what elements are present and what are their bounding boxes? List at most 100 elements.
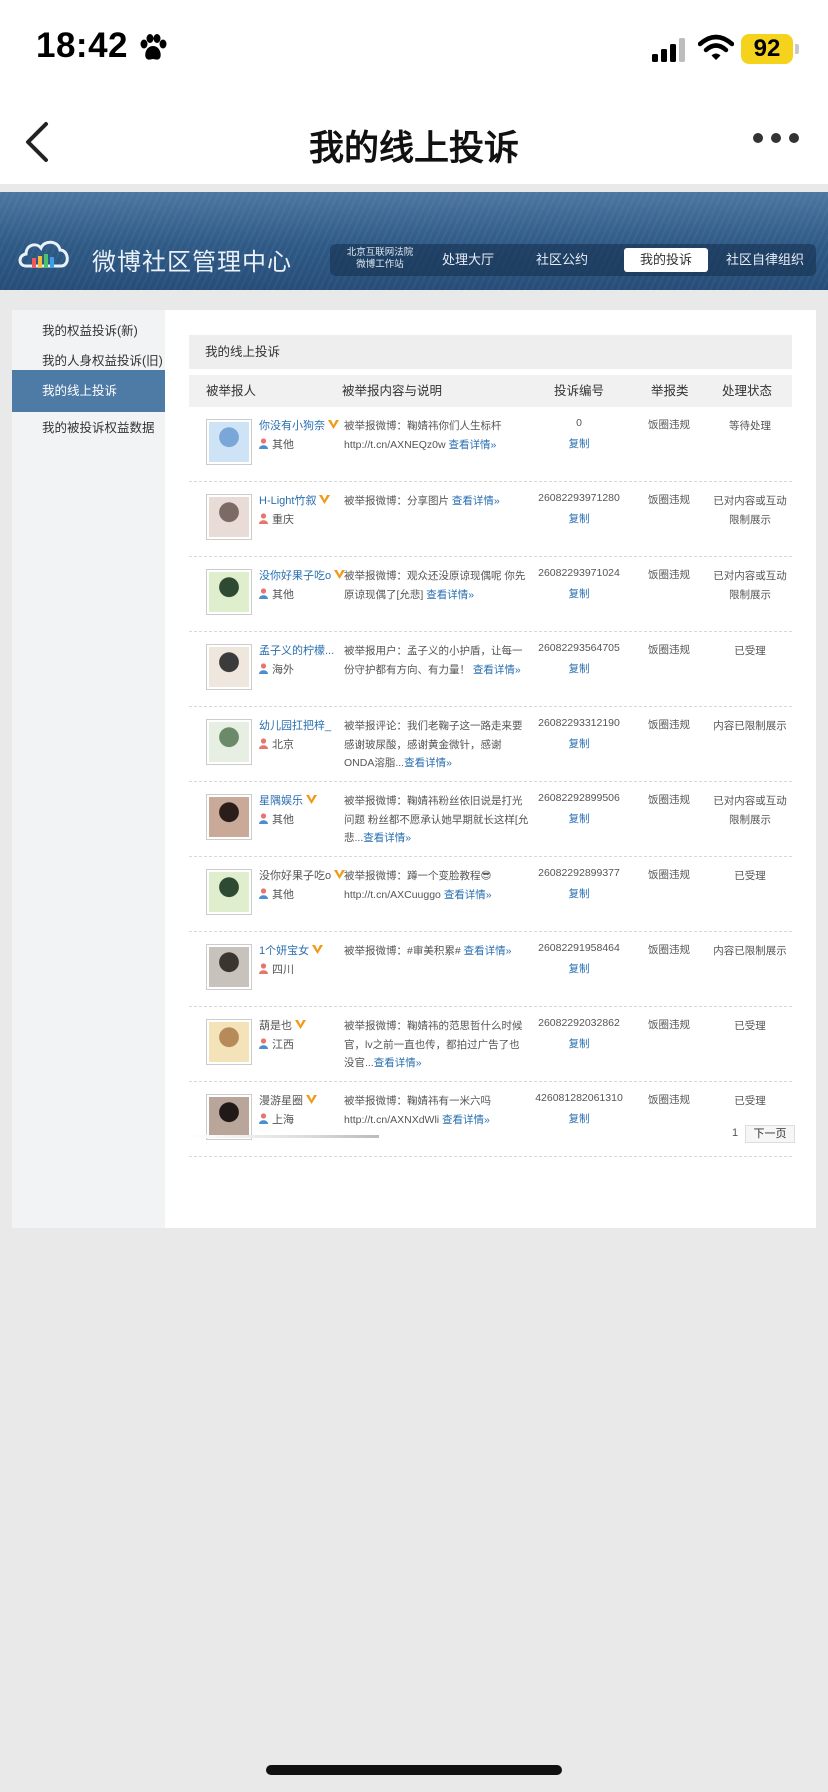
view-details-link[interactable]: 查看详情»: [452, 495, 500, 507]
user-icon: [259, 513, 268, 524]
reported-user-name[interactable]: 你没有小狗奈: [259, 417, 339, 433]
avatar[interactable]: [206, 644, 252, 690]
report-description: 被举报微博：鞠婧祎的范思哲什么时候官，lv之前一直也传，都拍过广告了也没官...…: [344, 1020, 523, 1069]
view-details-link[interactable]: 查看详情»: [444, 889, 492, 901]
view-details-link[interactable]: 查看详情»: [374, 1057, 422, 1069]
tab-processing-hall[interactable]: 处理大厅: [426, 248, 510, 272]
user-location: 其他: [259, 586, 294, 602]
verified-badge-icon: [306, 795, 317, 804]
copy-button[interactable]: 复制: [529, 1111, 629, 1126]
view-details-link[interactable]: 查看详情»: [404, 757, 452, 769]
report-description: 被举报微博：观众还没原谅现偶呢 你先原谅现偶了[允悲] 查看详情»: [344, 570, 526, 601]
complaint-id: 26082293971280: [538, 492, 620, 504]
report-description: 被举报评论：我们老鞠子这一路走来要感谢玻尿酸，感谢黄金微针，感谢ONDA溶脂..…: [344, 720, 523, 769]
avatar[interactable]: [206, 494, 252, 540]
tab-community-rules[interactable]: 社区公约: [520, 248, 604, 272]
avatar[interactable]: [206, 1019, 252, 1065]
more-options-icon[interactable]: [752, 130, 800, 146]
table-row: 漫游星圈 上海 被举报微博：鞠婧祎有一米六吗 http://t.cn/AXNXd…: [189, 1082, 792, 1157]
battery-cap: [795, 44, 799, 54]
table-row: H-Light竹叙 重庆 被举报微博：分享图片 查看详情» 2608229397…: [189, 482, 792, 557]
view-details-link[interactable]: 查看详情»: [442, 1114, 490, 1126]
page-title: 我的线上投诉: [308, 129, 519, 168]
copy-button[interactable]: 复制: [529, 1036, 629, 1051]
copy-button[interactable]: 复制: [529, 586, 629, 601]
tab-my-complaints[interactable]: 我的投诉: [624, 248, 708, 272]
report-type: 饭圈违规: [648, 794, 690, 806]
home-indicator[interactable]: [266, 1765, 562, 1775]
verified-badge-icon: [312, 945, 324, 954]
col-status: 处理状态: [722, 384, 773, 398]
next-page-button[interactable]: 下一页: [745, 1125, 795, 1143]
cellular-signal-icon: [652, 38, 685, 62]
reported-user-name[interactable]: 孟子义的柠檬...: [259, 642, 334, 658]
avatar[interactable]: [206, 944, 252, 990]
reported-user-name[interactable]: 没你好果子吃o: [259, 867, 346, 883]
col-report-type: 举报类: [651, 384, 689, 398]
avatar[interactable]: [206, 869, 252, 915]
table-row: 没你好果子吃o 其他 被举报微博：观众还没原谅现偶呢 你先原谅现偶了[允悲] 查…: [189, 557, 792, 632]
complaint-status: 已对内容或互动限制展示: [713, 495, 787, 526]
copy-button[interactable]: 复制: [529, 661, 629, 676]
complaint-id: 26082293564705: [538, 642, 620, 654]
reported-user-name[interactable]: 1个妍宝女: [259, 942, 324, 958]
reported-user-name[interactable]: 漫游星圈: [259, 1092, 317, 1108]
copy-button[interactable]: 复制: [529, 436, 629, 451]
complaint-id: 0: [576, 417, 582, 429]
complaint-status: 已受理: [734, 645, 766, 657]
copy-button[interactable]: 复制: [529, 886, 629, 901]
complaints-content: 我的线上投诉 被举报人 被举报内容与说明 投诉编号 举报类 处理状态 你没有小狗…: [189, 335, 795, 1157]
complaint-id: 26082293971024: [538, 567, 620, 579]
user-icon: [259, 1113, 268, 1124]
complaint-status: 内容已限制展示: [713, 945, 787, 957]
court-label[interactable]: 北京互联网法院 微博工作站: [344, 247, 416, 271]
reported-user-name[interactable]: 星隅娱乐: [259, 792, 317, 808]
avatar[interactable]: [206, 719, 252, 765]
verified-badge-icon: [328, 420, 339, 429]
copy-button[interactable]: 复制: [529, 736, 629, 751]
sidebar-item-online-complaints[interactable]: 我的线上投诉: [12, 370, 165, 412]
user-icon: [259, 438, 268, 449]
avatar[interactable]: [206, 569, 252, 615]
reported-user-name[interactable]: 葫是也: [259, 1017, 306, 1033]
user-icon: [259, 738, 268, 749]
report-type: 饭圈违规: [648, 944, 690, 956]
page-number[interactable]: 1: [732, 1127, 738, 1139]
user-location: 其他: [259, 886, 294, 902]
view-details-link[interactable]: 查看详情»: [448, 439, 496, 451]
complaint-id: 26082291958464: [538, 942, 620, 954]
copy-button[interactable]: 复制: [529, 511, 629, 526]
status-time: 18:42: [36, 26, 129, 65]
report-description: 被举报微博：蹲一个变脸教程😎 http://t.cn/AXCuuggo 查看详情…: [344, 870, 492, 901]
user-location: 江西: [259, 1036, 294, 1052]
cloud-logo-icon: [18, 240, 69, 268]
view-details-link[interactable]: 查看详情»: [464, 945, 512, 957]
copy-button[interactable]: 复制: [529, 811, 629, 826]
complaint-id: 26082293312190: [538, 717, 620, 729]
tab-self-discipline[interactable]: 社区自律组织: [716, 248, 814, 272]
report-description: 被举报微博：鞠婧祎你们人生标杆 http://t.cn/AXNEQz0w 查看详…: [344, 420, 502, 451]
avatar[interactable]: [206, 419, 252, 465]
complaint-status: 已受理: [734, 1095, 766, 1107]
view-details-link[interactable]: 查看详情»: [363, 832, 411, 844]
copy-button[interactable]: 复制: [529, 961, 629, 976]
wifi-icon: [698, 34, 734, 60]
report-description: 被举报微博：鞠婧祎有一米六吗 http://t.cn/AXNXdWli 查看详情…: [344, 1095, 491, 1126]
view-details-link[interactable]: 查看详情»: [426, 589, 474, 601]
complaint-id: 26082292899506: [538, 792, 620, 804]
community-logo-text: 微博社区管理中心: [92, 249, 292, 276]
court-line-1: 北京互联网法院: [346, 247, 414, 258]
reported-user-name[interactable]: 幼儿园扛把梓_: [259, 717, 331, 733]
view-details-link[interactable]: 查看详情»: [473, 664, 521, 676]
avatar[interactable]: [206, 794, 252, 840]
table-row: 1个妍宝女 四川 被举报微博：#审美积累# 查看详情» 260822919584…: [189, 932, 792, 1007]
verified-badge-icon: [319, 495, 331, 504]
report-type: 饭圈违规: [648, 419, 690, 431]
user-location: 其他: [259, 811, 294, 827]
status-bar: 18:42 92: [0, 0, 828, 100]
reported-user-name[interactable]: H-Light竹叙: [259, 492, 331, 508]
complaint-status: 已受理: [734, 870, 766, 882]
user-location: 重庆: [259, 511, 294, 527]
sidebar-item-complained-data[interactable]: 我的被投诉权益数据: [12, 407, 165, 449]
reported-user-name[interactable]: 没你好果子吃o: [259, 567, 346, 583]
